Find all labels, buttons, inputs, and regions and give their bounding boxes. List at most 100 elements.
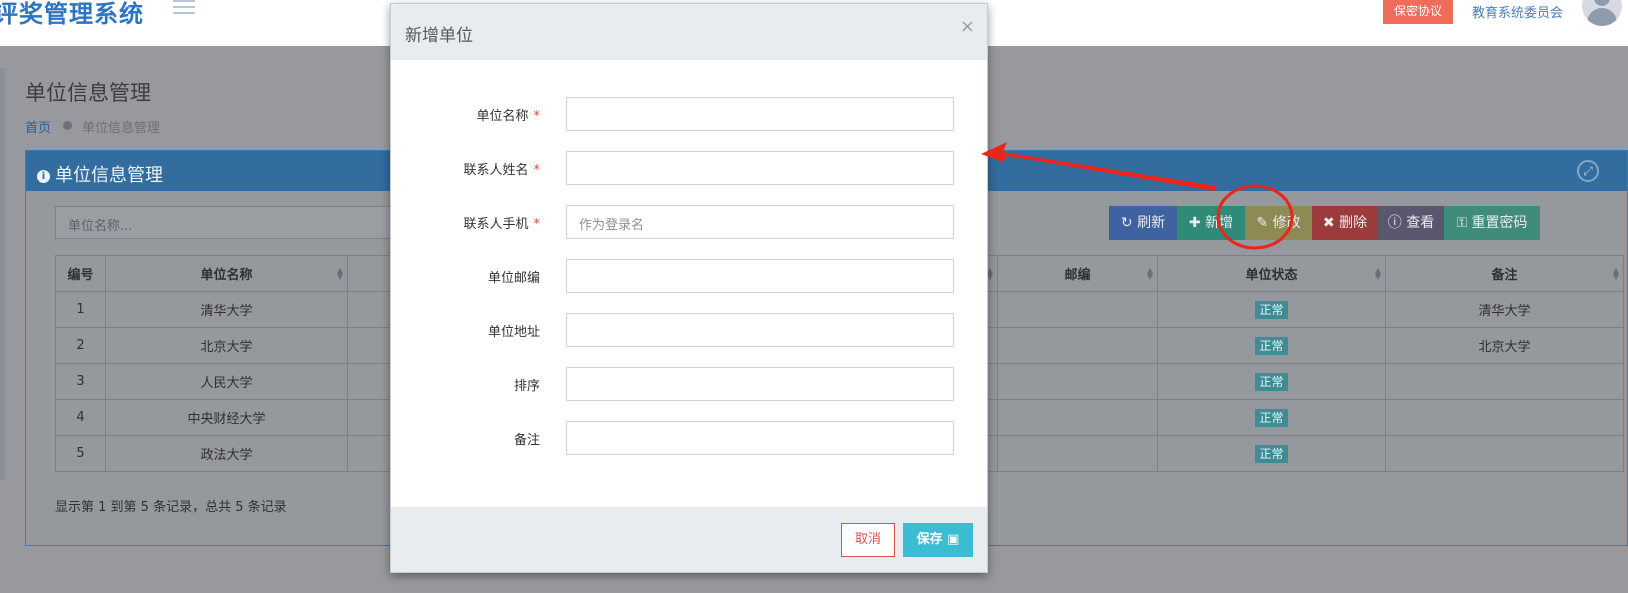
info-circle-icon: ⓘ [1387, 215, 1402, 231]
sort-icon[interactable]: ▲ ▼ [1147, 267, 1153, 281]
col-header-status-label: 单位状态 [1245, 268, 1298, 283]
col-header-status[interactable]: 单位状态 ▲ ▼ [1157, 255, 1386, 292]
view-label: 查看 [1406, 215, 1435, 231]
required-mark: * [533, 217, 541, 232]
col-header-id[interactable]: 编号 [55, 255, 106, 292]
cell-name: 人民大学 [105, 363, 348, 400]
modal-header: 新增单位 × [391, 4, 987, 60]
view-button[interactable]: ⓘ 查看 [1378, 206, 1444, 240]
add-unit-modal: 新增单位 × 单位名称 * 联系人姓名 * 联系人手机 * 作为登录名 单位邮编 单位… [390, 3, 988, 573]
breadcrumb-separator-icon [63, 121, 72, 130]
menu-toggle-icon[interactable] [173, 0, 195, 18]
refresh-label: 刷新 [1137, 215, 1166, 231]
user-avatar[interactable] [1582, 0, 1622, 26]
contact-phone-input[interactable]: 作为登录名 [566, 205, 954, 239]
refresh-icon: ↻ [1120, 215, 1133, 231]
unit-name-input[interactable] [566, 97, 954, 131]
cell-status: 正常 [1157, 327, 1386, 364]
cell-status: 正常 [1157, 363, 1386, 400]
cell-note [1385, 435, 1624, 472]
add-button[interactable]: ✚ 新增 [1177, 206, 1245, 240]
status-badge: 正常 [1255, 372, 1288, 391]
sort-icon[interactable]: ▲ ▼ [1613, 267, 1619, 281]
org-name-link[interactable]: 教育系统委员会 [1472, 2, 1563, 21]
label-text: 单位名称 [476, 109, 529, 124]
label-text: 联系人姓名 [463, 163, 529, 178]
col-header-note[interactable]: 备注 ▲ ▼ [1385, 255, 1624, 292]
expand-icon[interactable]: ⤢ [1577, 160, 1599, 182]
cell-status: 正常 [1157, 399, 1386, 436]
cell-id: 4 [55, 399, 106, 436]
cell-id: 2 [55, 327, 106, 364]
col-header-postcode[interactable]: 邮编 ▲ ▼ [997, 255, 1158, 292]
search-input[interactable]: 单位名称... [55, 206, 415, 239]
cell-note [1385, 363, 1624, 400]
reset-password-button[interactable]: ⚿ 重置密码 [1444, 206, 1540, 240]
cell-id: 3 [55, 363, 106, 400]
secret-agreement-button[interactable]: 保密协议 [1383, 0, 1453, 24]
label-text: 单位地址 [487, 325, 540, 340]
field-label-address: 单位地址 [391, 321, 540, 340]
cell-name: 政法大学 [105, 435, 348, 472]
save-button[interactable]: 保存 ▣ [903, 523, 973, 557]
cell-id: 5 [55, 435, 106, 472]
page-title: 单位信息管理 [25, 81, 151, 105]
cell-postcode [997, 435, 1158, 472]
floppy-disk-icon: ▣ [947, 532, 960, 547]
label-text: 备注 [513, 433, 540, 448]
field-label-unit-name: 单位名称 * [391, 105, 540, 124]
close-icon[interactable]: × [960, 16, 975, 37]
modal-footer: 取消 保存 ▣ [391, 507, 987, 572]
reset-label: 重置密码 [1471, 215, 1528, 231]
cell-id: 1 [55, 291, 106, 328]
sidebar-edge [0, 68, 5, 480]
postcode-input[interactable] [566, 259, 954, 293]
edit-icon: ✎ [1256, 215, 1269, 231]
edit-label: 修改 [1272, 215, 1301, 231]
contact-name-input[interactable] [566, 151, 954, 185]
app-brand[interactable]: 评奖管理系统 [0, 0, 144, 29]
cell-name: 清华大学 [105, 291, 348, 328]
status-badge: 正常 [1255, 336, 1288, 355]
field-label-contact-phone: 联系人手机 * [391, 213, 540, 232]
cell-postcode [997, 327, 1158, 364]
field-label-contact-name: 联系人姓名 * [391, 159, 540, 178]
add-label: 新增 [1205, 215, 1234, 231]
refresh-button[interactable]: ↻ 刷新 [1109, 206, 1177, 240]
info-icon: i [37, 170, 50, 183]
save-label: 保存 [916, 532, 943, 547]
col-header-postcode-label: 邮编 [1064, 268, 1091, 283]
field-label-sort: 排序 [391, 375, 540, 394]
breadcrumb-home[interactable]: 首页 [25, 117, 51, 136]
required-mark: * [533, 163, 541, 178]
cell-name: 北京大学 [105, 327, 348, 364]
note-input[interactable] [566, 421, 954, 455]
cell-postcode [997, 291, 1158, 328]
panel-title-text: 单位信息管理 [55, 165, 163, 186]
sort-icon[interactable]: ▲ ▼ [1375, 267, 1381, 281]
status-badge: 正常 [1255, 408, 1288, 427]
breadcrumb-current: 单位信息管理 [82, 121, 161, 136]
cell-note: 清华大学 [1385, 291, 1624, 328]
plus-icon: ✚ [1188, 215, 1201, 231]
field-label-postcode: 单位邮编 [391, 267, 540, 286]
sort-input[interactable] [566, 367, 954, 401]
panel-title: i 单位信息管理 [37, 161, 163, 187]
sort-icon[interactable]: ▲ ▼ [337, 267, 343, 281]
label-text: 排序 [513, 379, 540, 394]
key-icon: ⚿ [1456, 215, 1468, 231]
delete-button[interactable]: ✖ 删除 [1312, 206, 1378, 240]
required-mark: * [533, 109, 541, 124]
cell-postcode [997, 363, 1158, 400]
status-badge: 正常 [1255, 444, 1288, 463]
edit-button[interactable]: ✎ 修改 [1245, 206, 1312, 240]
col-header-name[interactable]: 单位名称 ▲ ▼ [105, 255, 348, 292]
cancel-button[interactable]: 取消 [841, 523, 895, 557]
status-badge: 正常 [1255, 300, 1288, 319]
delete-label: 删除 [1339, 215, 1368, 231]
table-footer-info: 显示第 1 到第 5 条记录，总共 5 条记录 [55, 500, 287, 515]
cell-note [1385, 399, 1624, 436]
cell-note: 北京大学 [1385, 327, 1624, 364]
modal-title: 新增单位 [405, 26, 473, 46]
address-input[interactable] [566, 313, 954, 347]
